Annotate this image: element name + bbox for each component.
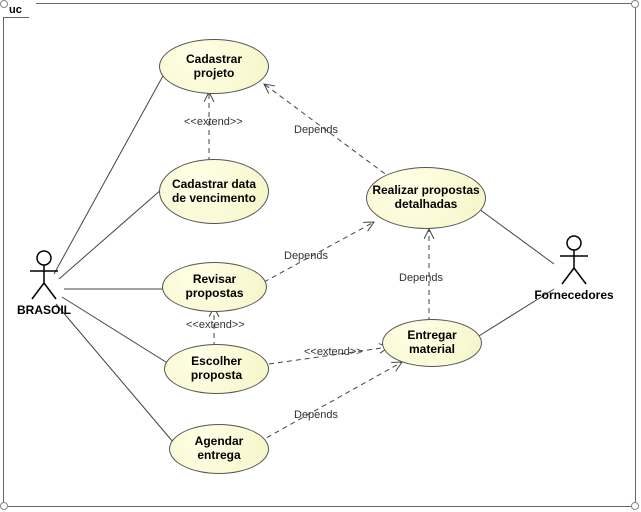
usecase-agendar-entrega: Agendar entrega	[169, 424, 269, 474]
actor-icon	[24, 249, 64, 301]
edge-label-extend: <<extend>>	[186, 319, 245, 331]
edge-label-depends: Depends	[294, 124, 338, 136]
handle-icon	[631, 502, 639, 510]
handle-icon	[0, 0, 8, 8]
usecase-escolher-proposta: Escolher proposta	[164, 344, 269, 394]
usecase-label: Agendar entrega	[174, 435, 264, 463]
actor-icon	[554, 234, 594, 286]
usecase-cadastrar-data-vencimento: Cadastrar data de vencimento	[159, 159, 269, 224]
usecase-label: Cadastrar projeto	[164, 53, 264, 81]
actor-fornecedores-label: Fornecedores	[524, 288, 624, 302]
actor-brasoil-label: BRASOIL	[4, 303, 84, 317]
usecase-cadastrar-projeto: Cadastrar projeto	[159, 39, 269, 94]
frame-label: uc	[3, 3, 37, 18]
edge-label-depends: Depends	[399, 272, 443, 284]
usecase-revisar-propostas: Revisar propostas	[162, 262, 267, 312]
usecase-entregar-material: Entregar material	[382, 319, 482, 367]
edge-label-extend: <<extend>>	[304, 346, 363, 358]
actor-brasoil: BRASOIL	[4, 249, 84, 317]
edge-label-extend: <<extend>>	[184, 116, 243, 128]
usecase-realizar-propostas-detalhadas: Realizar propostas detalhadas	[366, 167, 486, 229]
usecase-label: Cadastrar data de vencimento	[164, 178, 264, 206]
usecase-label: Entregar material	[387, 329, 477, 357]
edge-label-depends: Depends	[294, 409, 338, 421]
usecase-label: Revisar propostas	[167, 273, 262, 301]
usecase-label: Escolher proposta	[169, 355, 264, 383]
actor-fornecedores: Fornecedores	[524, 234, 624, 302]
handle-icon	[0, 502, 8, 510]
edge-label-depends: Depends	[284, 250, 328, 262]
diagram-frame: uc	[3, 3, 636, 507]
frame-label-text: uc	[9, 4, 22, 16]
handle-icon	[631, 0, 639, 8]
usecase-label: Realizar propostas detalhadas	[371, 184, 481, 212]
